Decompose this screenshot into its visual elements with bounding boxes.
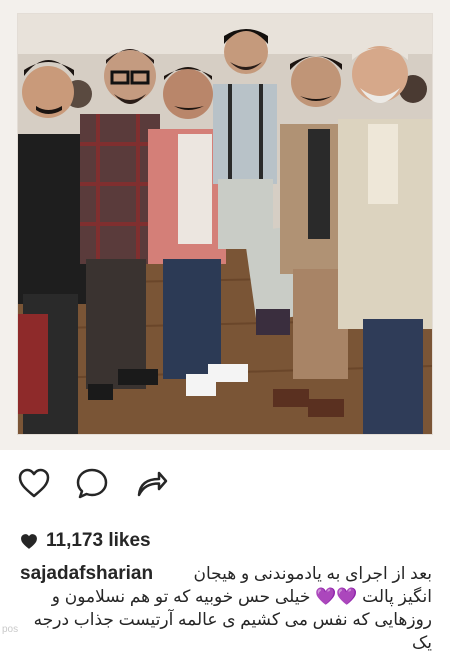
likes-row[interactable]: 11,173 likes [20,528,151,554]
caption-line-2: انگیز پالت 💜💜 خیلی حس خوبیه که تو هم نسل… [51,587,432,606]
post-photo-frame [0,0,450,450]
likes-count: 11,173 likes [46,530,151,551]
watermark-text: pos [2,624,19,635]
heart-filled-icon [21,533,37,549]
post-caption: sajadafsharian بعد از اجرای به یادموندنی… [20,562,432,654]
group-photo-illustration [18,14,432,434]
post-action-bar [0,465,450,505]
caption-line-3: روزهایی که نفس می کشیم ی عالمه آرتیست جذ… [33,610,432,652]
caption-line-1: بعد از اجرای به یادموندنی و هیجان [193,564,432,583]
comment-bubble-icon[interactable] [74,465,110,501]
heart-outline-icon[interactable] [16,465,52,501]
caption-username[interactable]: sajadafsharian [20,562,153,585]
share-arrow-icon[interactable] [134,465,170,501]
post-photo[interactable] [18,14,432,434]
